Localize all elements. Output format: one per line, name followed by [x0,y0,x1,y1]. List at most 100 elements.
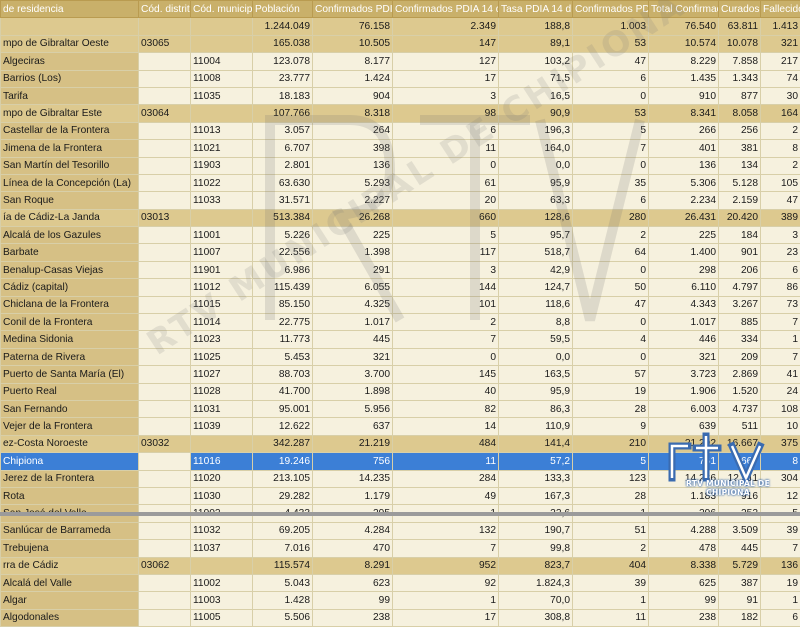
table-cell[interactable] [139,574,191,591]
table-cell[interactable]: 1.824,3 [499,574,573,591]
table-cell[interactable]: 7 [573,140,649,157]
table-cell[interactable]: 8.291 [313,557,393,574]
table-cell[interactable]: 03065 [139,35,191,52]
table-cell[interactable]: Tarifa [1,87,139,104]
table-cell[interactable] [139,540,191,557]
table-cell[interactable]: 1 [761,592,800,609]
table-cell[interactable]: 0 [393,348,499,365]
table-cell[interactable]: 14.235 [313,470,393,487]
table-row[interactable]: Rota1103029.2821.17949167,3281.18391612 [1,487,800,504]
table-cell[interactable]: 8.058 [719,105,761,122]
table-cell[interactable]: 11012 [191,279,253,296]
table-cell[interactable]: 470 [313,540,393,557]
table-cell[interactable]: 92 [393,574,499,591]
table-cell[interactable]: 11028 [191,383,253,400]
table-cell[interactable]: 7.858 [719,53,761,70]
table-cell[interactable]: 6 [393,122,499,139]
table-cell[interactable]: 6 [573,70,649,87]
table-cell[interactable]: 484 [393,435,499,452]
column-header[interactable]: Cód. distrito [139,1,191,18]
table-cell[interactable] [139,122,191,139]
table-cell[interactable] [191,105,253,122]
table-cell[interactable]: 19 [573,383,649,400]
table-cell[interactable]: 16.667 [719,435,761,452]
table-cell[interactable]: 885 [719,314,761,331]
table-cell[interactable]: 23 [761,244,800,261]
table-cell[interactable]: 03062 [139,557,191,574]
table-cell[interactable]: 101 [393,296,499,313]
table-cell[interactable]: 6 [573,192,649,209]
table-cell[interactable]: 39 [573,574,649,591]
table-cell[interactable]: 4.737 [719,400,761,417]
table-cell[interactable]: Barbate [1,244,139,261]
table-cell[interactable]: 18.183 [253,87,313,104]
column-header[interactable]: Población [253,1,313,18]
table-cell[interactable]: 2.349 [393,18,499,35]
table-cell[interactable] [191,18,253,35]
table-cell[interactable]: 50 [573,279,649,296]
table-cell[interactable]: ez-Costa Noroeste [1,435,139,452]
table-cell[interactable]: 8.338 [649,557,719,574]
table-cell[interactable]: 110,9 [499,418,573,435]
table-cell[interactable]: 188,8 [499,18,573,35]
group-row[interactable]: mpo de Gibraltar Oeste03065165.03810.505… [1,35,800,52]
table-cell[interactable]: 8 [761,453,800,470]
table-cell[interactable]: 165.038 [253,35,313,52]
table-cell[interactable]: 167,3 [499,487,573,504]
table-cell[interactable] [139,453,191,470]
table-cell[interactable]: 20.420 [719,209,761,226]
table-cell[interactable]: 95,9 [499,174,573,191]
table-row[interactable]: Tarifa1103518.183904316,5091087730 [1,87,800,104]
table-cell[interactable]: 0 [573,261,649,278]
table-cell[interactable]: 1.244.049 [253,18,313,35]
table-cell[interactable]: 1.898 [313,383,393,400]
table-cell[interactable]: 7 [393,331,499,348]
table-row[interactable]: San Martín del Tesorillo119032.80113600,… [1,157,800,174]
table-cell[interactable]: 11002 [191,574,253,591]
table-cell[interactable]: 107.766 [253,105,313,122]
table-cell[interactable]: 03013 [139,209,191,226]
table-cell[interactable]: 7 [393,540,499,557]
table-cell[interactable]: 127 [393,53,499,70]
table-cell[interactable]: 206 [719,261,761,278]
table-cell[interactable]: 17 [393,609,499,626]
table-cell[interactable] [191,435,253,452]
table-cell[interactable]: Chiclana de la Frontera [1,296,139,313]
table-row[interactable]: Línea de la Concepción (La)1102263.6305.… [1,174,800,191]
table-row[interactable]: Paterna de Rivera110255.45332100,0032120… [1,348,800,365]
table-cell[interactable]: 63,3 [499,192,573,209]
table-cell[interactable]: 8,8 [499,314,573,331]
table-cell[interactable]: 3.509 [719,522,761,539]
table-cell[interactable] [139,348,191,365]
table-cell[interactable]: 321 [649,348,719,365]
table-cell[interactable]: 76.540 [649,18,719,35]
table-cell[interactable]: 11027 [191,366,253,383]
table-cell[interactable]: 123 [573,470,649,487]
table-cell[interactable]: 238 [649,609,719,626]
table-row[interactable]: Sanlúcar de Barrameda1103269.2054.284132… [1,522,800,539]
table-cell[interactable]: 11007 [191,244,253,261]
table-row[interactable]: Castellar de la Frontera110133.057264619… [1,122,800,139]
table-cell[interactable]: 115.574 [253,557,313,574]
table-cell[interactable]: 64 [573,244,649,261]
table-cell[interactable]: 0 [573,314,649,331]
table-cell[interactable]: 11023 [191,331,253,348]
table-cell[interactable]: Jerez de la Frontera [1,470,139,487]
table-cell[interactable]: 0 [573,87,649,104]
table-cell[interactable]: 225 [649,227,719,244]
table-cell[interactable]: 11037 [191,540,253,557]
table-cell[interactable]: 136 [313,157,393,174]
table-cell[interactable]: 99 [313,592,393,609]
table-cell[interactable]: 14.286 [649,470,719,487]
table-cell[interactable]: 1.183 [649,487,719,504]
table-row[interactable]: Cádiz (capital)11012115.4396.055144124,7… [1,279,800,296]
table-cell[interactable]: 238 [313,609,393,626]
table-row[interactable]: Conil de la Frontera1101422.7751.01728,8… [1,314,800,331]
table-cell[interactable]: 11022 [191,174,253,191]
table-cell[interactable]: 10.505 [313,35,393,52]
table-cell[interactable]: 2.869 [719,366,761,383]
table-cell[interactable]: 22.775 [253,314,313,331]
table-cell[interactable] [139,487,191,504]
table-cell[interactable]: 47 [573,296,649,313]
table-cell[interactable]: 118,6 [499,296,573,313]
